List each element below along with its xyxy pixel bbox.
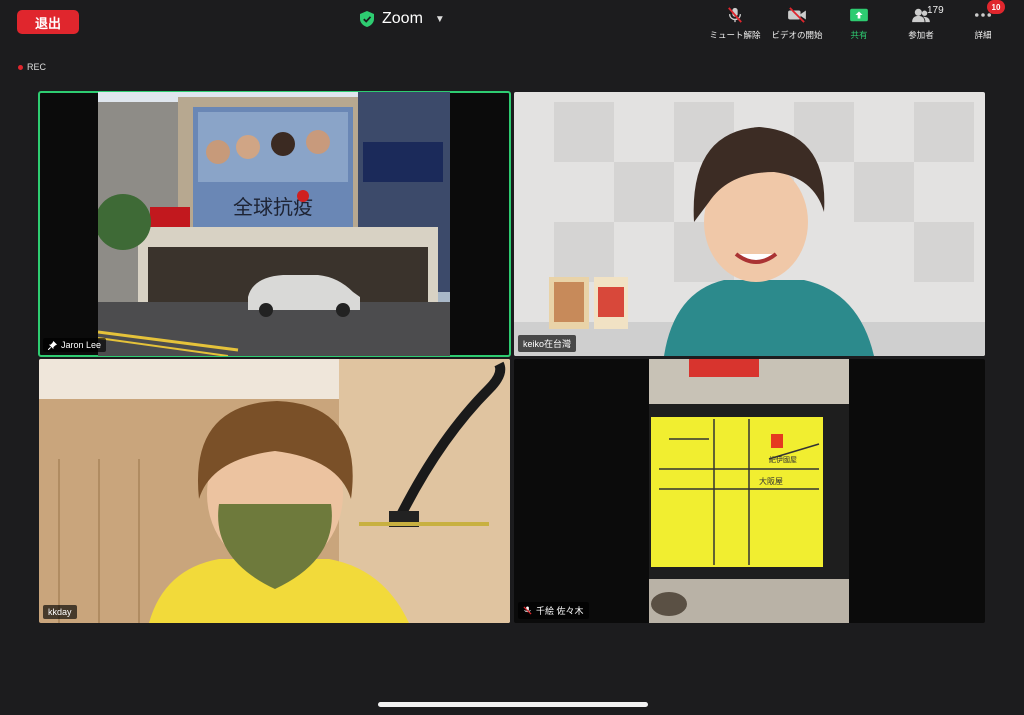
mic-muted-icon: [523, 606, 532, 615]
more-label: 詳細: [974, 30, 992, 40]
participant-name: Jaron Lee: [61, 340, 102, 350]
start-video-button[interactable]: ビデオの開始: [766, 5, 828, 41]
more-button[interactable]: 10 詳細: [952, 0, 1014, 41]
meeting-title[interactable]: Zoom ▼: [360, 8, 445, 30]
participant-name-tag: 千絵 佐々木: [518, 602, 589, 619]
video-tile[interactable]: 大阪屋 紀伊國屋 千絵 佐々木: [514, 359, 985, 623]
mic-muted-icon: [728, 7, 742, 23]
participant-name: 千絵 佐々木: [536, 606, 584, 616]
share-label: 共有: [850, 30, 868, 40]
unmute-label: ミュート解除: [709, 30, 761, 40]
leave-button[interactable]: 退出: [17, 10, 79, 34]
participant-name-tag: kkday: [43, 605, 77, 619]
app-title: Zoom: [382, 10, 423, 27]
unmute-button[interactable]: ミュート解除: [704, 5, 766, 41]
chevron-down-icon: ▼: [434, 13, 445, 25]
street-video-image: 全球抗疫: [98, 92, 450, 356]
participant-video-image: [514, 92, 985, 356]
record-dot-icon: [18, 64, 23, 70]
share-screen-icon: [850, 8, 868, 22]
shield-check-icon: [360, 11, 374, 27]
participants-button[interactable]: 179 参加者: [890, 5, 952, 41]
share-button[interactable]: 共有: [828, 5, 890, 41]
map-label: 紀伊國屋: [769, 455, 797, 464]
meeting-toolbar: ミュート解除 ビデオの開始 共有 179 参加者 10 詳細: [704, 0, 1014, 41]
home-indicator[interactable]: [378, 702, 648, 707]
participant-name-tag: keiko在台灣: [518, 335, 577, 352]
participants-label: 参加者: [908, 30, 934, 40]
recording-indicator: REC: [18, 62, 46, 72]
participants-count: 179: [927, 5, 944, 16]
start-video-label: ビデオの開始: [771, 30, 823, 40]
rec-label: REC: [27, 62, 47, 72]
pin-icon: [48, 340, 57, 350]
map-label: 大阪屋: [759, 476, 783, 486]
notification-badge: 10: [987, 0, 1005, 14]
participant-name-tag: Jaron Lee: [43, 338, 107, 352]
video-tile[interactable]: 全球抗疫 Jaron Lee: [38, 91, 511, 357]
participant-name: kkday: [48, 607, 72, 617]
video-tile[interactable]: keiko在台灣: [514, 92, 985, 356]
participant-video-image: [39, 359, 510, 623]
participant-name: keiko在台灣: [523, 339, 572, 349]
video-off-icon: [788, 7, 806, 23]
video-tile[interactable]: kkday: [39, 359, 510, 623]
map-video-image: 大阪屋 紀伊國屋: [649, 359, 849, 623]
